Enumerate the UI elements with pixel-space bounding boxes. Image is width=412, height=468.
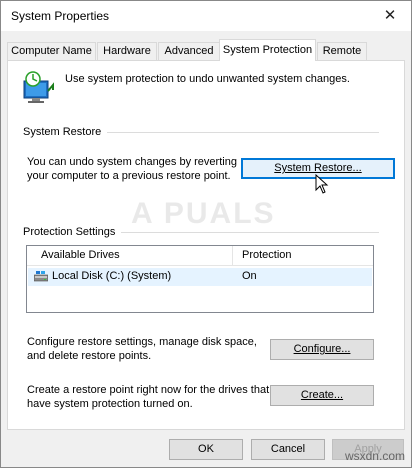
system-properties-window: System Properties ✕ Computer Name Hardwa…: [0, 0, 412, 468]
close-icon[interactable]: ✕: [379, 5, 401, 27]
ok-button[interactable]: OK: [169, 439, 243, 460]
protection-settings-label: Protection Settings: [23, 226, 122, 238]
drive-name: Local Disk (C:) (System): [52, 270, 172, 282]
system-restore-label: System Restore: [23, 126, 108, 138]
title-bar: System Properties ✕: [1, 1, 411, 31]
appuals-watermark: A PUALS: [131, 197, 276, 230]
column-header-available-drives[interactable]: Available Drives: [41, 249, 120, 261]
mouse-cursor-icon: [315, 174, 329, 194]
system-restore-description-line1: You can undo system changes by reverting: [27, 156, 237, 168]
system-restore-button-label: System Restore...: [274, 162, 362, 174]
tab-advanced[interactable]: Advanced: [158, 42, 220, 61]
create-description-line1: Create a restore point right now for the…: [27, 384, 270, 396]
tab-remote[interactable]: Remote: [317, 42, 367, 61]
drives-list-header: Available Drives Protection: [27, 246, 373, 266]
configure-button[interactable]: Configure...: [270, 339, 374, 360]
drives-list[interactable]: Available Drives Protection Local Disk (…: [26, 245, 374, 313]
create-description: Create a restore point right now for the…: [27, 383, 269, 411]
column-separator[interactable]: [232, 246, 233, 266]
window-title: System Properties: [11, 9, 110, 23]
configure-description-line2: and delete restore points.: [27, 350, 152, 362]
create-button[interactable]: Create...: [270, 385, 374, 406]
local-disk-icon: [34, 271, 48, 282]
cancel-button[interactable]: Cancel: [251, 439, 325, 460]
tab-hardware[interactable]: Hardware: [97, 42, 157, 61]
system-restore-description: You can undo system changes by reverting…: [27, 155, 237, 183]
intro-text: Use system protection to undo unwanted s…: [65, 73, 350, 85]
drive-row[interactable]: Local Disk (C:) (System) On: [28, 268, 372, 286]
configure-description: Configure restore settings, manage disk …: [27, 335, 257, 363]
drive-protection-status: On: [242, 270, 257, 282]
configure-description-line1: Configure restore settings, manage disk …: [27, 336, 257, 348]
tab-system-protection[interactable]: System Protection: [219, 39, 316, 61]
create-description-line2: have system protection turned on.: [27, 398, 193, 410]
system-protection-icon: [23, 71, 54, 103]
system-restore-description-line2: your computer to a previous restore poin…: [27, 170, 231, 182]
wsxdn-watermark: wsxdn.com: [344, 449, 405, 463]
column-header-protection[interactable]: Protection: [242, 249, 292, 261]
tab-computer-name[interactable]: Computer Name: [7, 42, 96, 61]
configure-button-label: Configure...: [293, 343, 351, 355]
create-button-label: Create...: [300, 389, 344, 401]
